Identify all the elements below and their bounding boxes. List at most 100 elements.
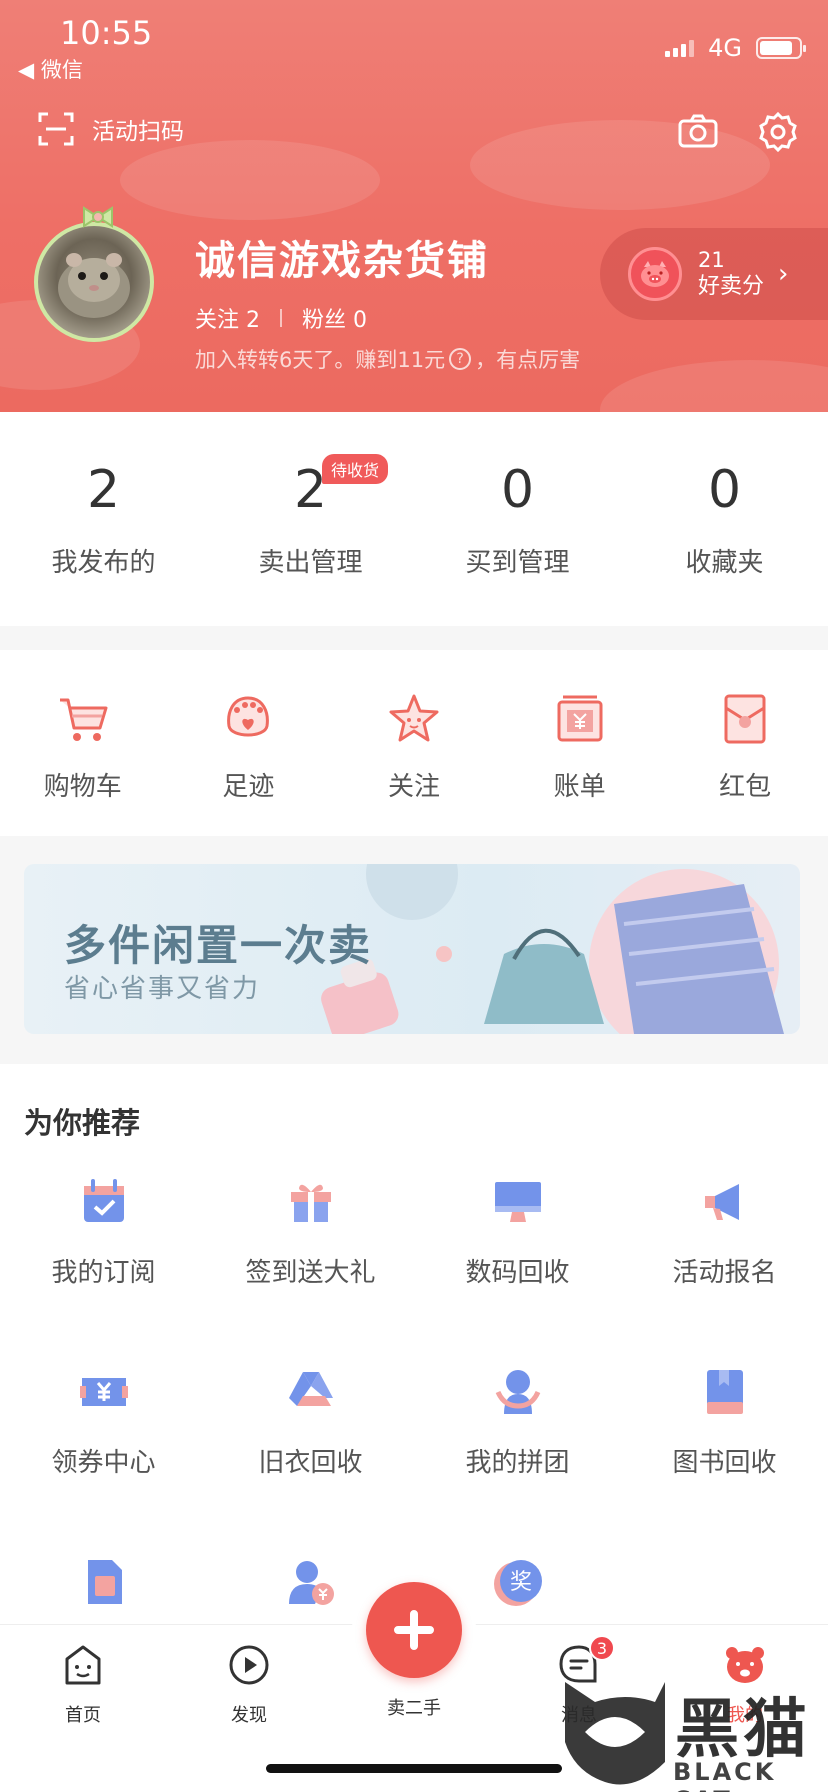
stat-sold[interactable]: 待收货 2 卖出管理 [207, 412, 414, 626]
joined-text: 加入转转6天了。赚到11元 [195, 348, 446, 372]
rec-book-recycle[interactable]: 图书回收 [621, 1366, 828, 1478]
follow-stats: 关注 2 粉丝 0 [195, 302, 367, 334]
quick-label: 关注 [387, 772, 440, 802]
status-badge: 待收货 [322, 454, 389, 484]
quick-label: 足迹 [222, 772, 275, 802]
quick-actions: 购物车 足迹 关注 账单 红包 [0, 650, 828, 836]
calendar-check-icon [83, 1179, 124, 1222]
stat-value: 0 [500, 460, 535, 520]
hamster-photo [58, 253, 130, 318]
group-person-icon [495, 1370, 540, 1414]
banner-section: 多件闲置一次卖 省心省事又省力 [0, 838, 828, 1064]
profile-screen: 10:55 ◀ 微信 4G 活动扫码 诚信游戏杂货铺 关注 2 粉丝 0 加入转… [0, 0, 828, 1792]
rec-digital-recycle[interactable]: 数码回收 [414, 1176, 621, 1288]
recommend-section: 为你推荐 我的订阅 签到送大礼 数码回收 活动报名 领券中心 旧衣回收 我的拼团… [0, 1064, 828, 1624]
unread-badge: 3 [589, 1635, 615, 1661]
shop-name: 诚信游戏杂货铺 [195, 238, 489, 284]
sell-label: 卖二手 [387, 1698, 441, 1719]
stat-value: 2 [86, 460, 121, 520]
back-to-wechat[interactable]: ◀ 微信 [18, 54, 83, 84]
sim-card-icon [87, 1560, 122, 1604]
tab-discover[interactable]: 发现 [199, 1643, 299, 1727]
stat-bought[interactable]: 0 买到管理 [414, 412, 621, 626]
star-icon [389, 694, 439, 742]
following-count[interactable]: 关注 2 [195, 302, 260, 334]
quick-red-envelope[interactable]: 红包 [662, 650, 828, 836]
quick-follow[interactable]: 关注 [331, 650, 497, 836]
play-circle-icon [229, 1645, 269, 1685]
rec-event-signup[interactable]: 活动报名 [621, 1176, 828, 1288]
award-icon: 奖 [493, 1560, 542, 1606]
rec-label: 我的拼团 [465, 1448, 570, 1478]
watermark-text: 黑猫 [675, 1693, 811, 1767]
seller-score-label: 好卖分 [698, 274, 765, 300]
rec-label: 旧衣回收 [258, 1448, 363, 1478]
rec-checkin-gift[interactable]: 签到送大礼 [207, 1176, 414, 1288]
svg-text:奖: 奖 [509, 1570, 531, 1595]
gift-icon [290, 1184, 331, 1222]
order-stats: 2 我发布的 待收货 2 卖出管理 0 买到管理 0 收藏夹 [0, 412, 828, 626]
scan-icon [38, 112, 74, 146]
camera-icon[interactable] [678, 114, 718, 148]
paw-icon [227, 696, 270, 737]
rec-label: 活动报名 [672, 1258, 777, 1288]
black-cat-logo-icon [565, 1682, 665, 1785]
quick-bill[interactable]: 账单 [497, 650, 663, 836]
stat-published[interactable]: 2 我发布的 [0, 412, 207, 626]
quick-cart[interactable]: 购物车 [0, 650, 166, 836]
stat-value: 0 [707, 460, 742, 520]
book-icon [706, 1370, 743, 1414]
section-title: 为你推荐 [24, 1106, 141, 1140]
rec-clothes-recycle[interactable]: 旧衣回收 [207, 1366, 414, 1478]
rec-my-subscriptions[interactable]: 我的订阅 [0, 1176, 207, 1288]
pig-badge-icon [628, 247, 682, 301]
rec-my-group-buy[interactable]: 我的拼团 [414, 1366, 621, 1478]
watermark: 黑猫 BLACK CAT [555, 1672, 828, 1792]
seller-score-button[interactable]: 21 好卖分 › [600, 228, 828, 320]
joined-info: 加入转转6天了。赚到11元 ? ，有点厉害 [195, 344, 580, 374]
rec-label: 数码回收 [465, 1258, 570, 1288]
megaphone-icon [704, 1184, 739, 1220]
fans-count[interactable]: 粉丝 0 [302, 302, 367, 334]
quick-footprint[interactable]: 足迹 [166, 650, 332, 836]
chevron-right-icon: › [778, 259, 789, 289]
tab-label: 发现 [231, 1705, 267, 1726]
watermark-sub: BLACK CAT [673, 1758, 777, 1792]
home-indicator [266, 1764, 562, 1773]
red-envelope-icon [724, 694, 766, 744]
scan-label: 活动扫码 [92, 119, 184, 145]
quick-label: 购物车 [43, 772, 122, 802]
signal-icon [665, 39, 695, 57]
rec-label: 领券中心 [51, 1448, 156, 1478]
triangle-recycle-icon [288, 1372, 333, 1406]
tab-label: 首页 [65, 1705, 101, 1726]
status-time: 10:55 [60, 14, 153, 52]
gear-icon[interactable] [758, 112, 798, 152]
bill-icon [557, 695, 603, 742]
stat-favorites[interactable]: 0 收藏夹 [621, 412, 828, 626]
joined-suffix: ，有点厉害 [475, 348, 581, 372]
rec-label: 图书回收 [672, 1448, 777, 1478]
person-money-icon [288, 1561, 334, 1605]
profile-header: 10:55 ◀ 微信 4G 活动扫码 诚信游戏杂货铺 关注 2 粉丝 0 加入转… [0, 0, 828, 412]
rec-coupon-center[interactable]: 领券中心 [0, 1366, 207, 1478]
stat-label: 我发布的 [51, 548, 156, 578]
home-face-icon [65, 1645, 101, 1685]
rec-label: 我的订阅 [51, 1258, 156, 1288]
quick-label: 红包 [719, 772, 772, 802]
seller-score-value: 21 [698, 248, 725, 273]
quick-label: 账单 [553, 772, 606, 802]
network-type: 4G [708, 34, 742, 62]
battery-icon [756, 37, 806, 59]
tab-home[interactable]: 首页 [33, 1643, 133, 1727]
divider [280, 309, 282, 327]
shopping-cart-icon [59, 698, 108, 741]
stat-label: 买到管理 [465, 548, 570, 578]
avatar[interactable] [34, 206, 154, 342]
status-indicators: 4G [665, 34, 806, 62]
sell-secondhand-button[interactable] [366, 1582, 462, 1678]
help-icon[interactable]: ? [449, 348, 472, 370]
promo-banner[interactable]: 多件闲置一次卖 省心省事又省力 [24, 864, 800, 1034]
rec-label: 签到送大礼 [245, 1258, 376, 1288]
activity-scan-button[interactable]: 活动扫码 [38, 112, 184, 146]
